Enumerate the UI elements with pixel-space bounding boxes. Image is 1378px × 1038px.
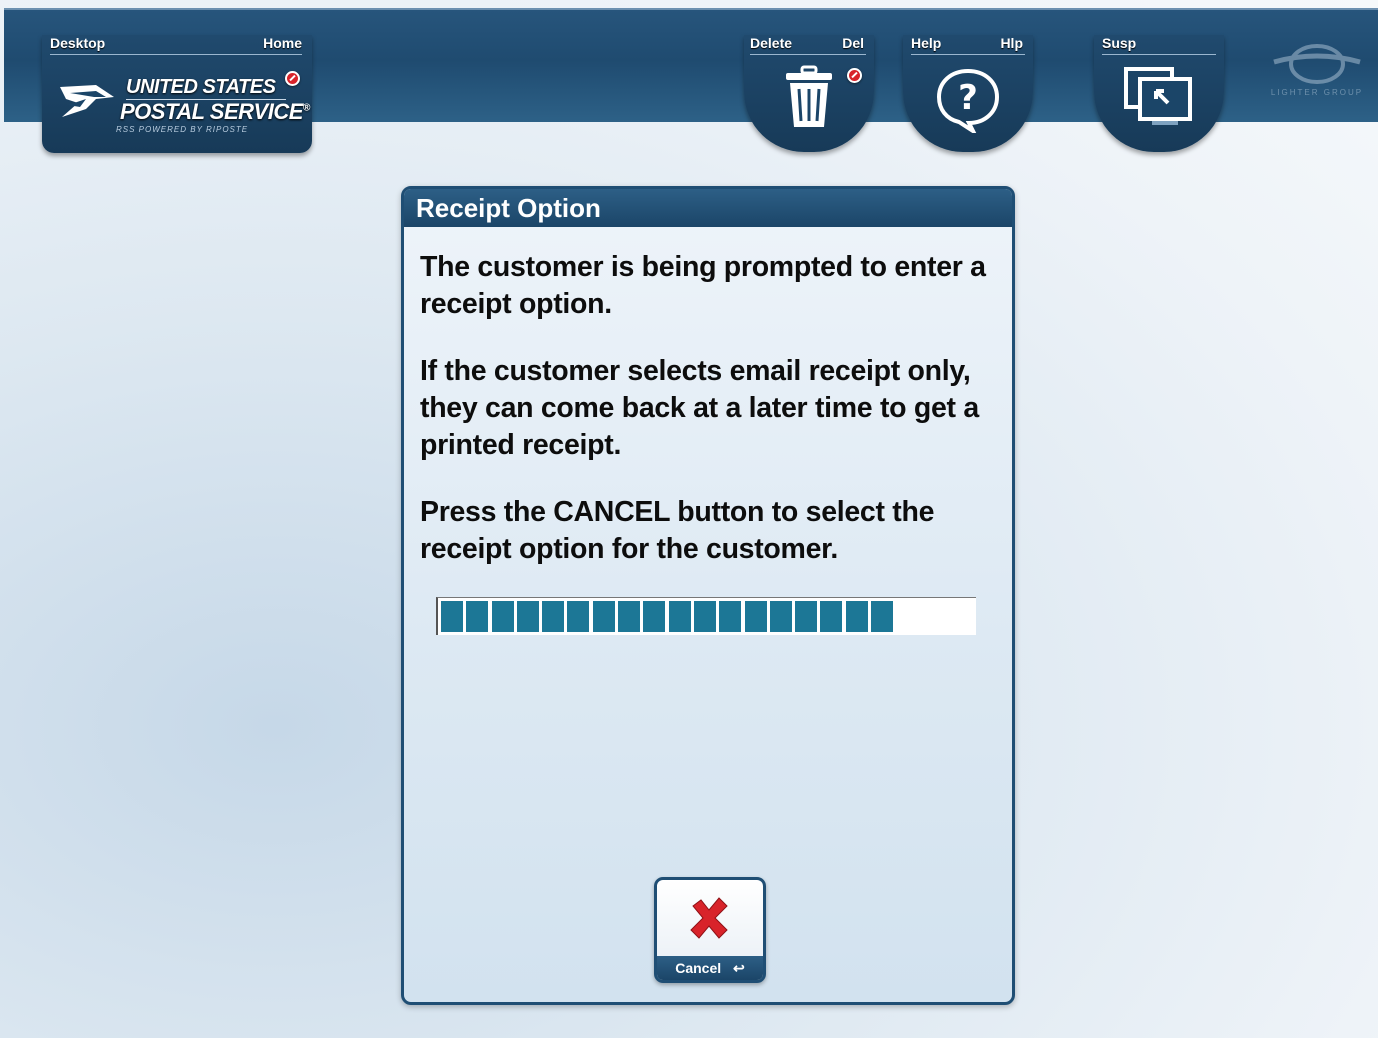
cancel-button[interactable]: Cancel ↩: [654, 877, 766, 983]
help-label: Help: [911, 35, 942, 51]
progress-segment: [441, 601, 463, 632]
enter-key-icon: ↩: [733, 960, 745, 976]
progress-bar: [436, 597, 976, 635]
dialog-title: Receipt Option: [404, 189, 1012, 227]
progress-segment: [820, 601, 843, 632]
progress-segment: [795, 601, 818, 632]
progress-segment: [567, 601, 590, 632]
progress-segment: [668, 601, 691, 632]
message-prompting: The customer is being prompted to enter …: [420, 251, 986, 320]
tab-divider: [911, 54, 1025, 55]
corner-logo-text: LIGHTER GROUP: [1270, 88, 1364, 97]
message-cancel-instruction: Press the CANCEL button to select the re…: [420, 496, 935, 565]
cancel-x-icon: [690, 897, 728, 939]
cancel-label: Cancel: [675, 960, 722, 976]
suspend-windows-icon: [1124, 67, 1192, 125]
progress-segment: [871, 601, 894, 632]
brand-tagline: RSS POWERED BY RIPOSTE: [116, 125, 249, 134]
home-label[interactable]: Home: [263, 35, 302, 51]
home-logo-tab[interactable]: Desktop Home UNITED STATES POSTAL SERVIC…: [42, 35, 312, 153]
svg-text:?: ?: [958, 78, 978, 118]
help-bubble-icon: ?: [936, 68, 1000, 133]
progress-segment: [719, 601, 742, 632]
desktop-label[interactable]: Desktop: [50, 35, 105, 51]
receipt-option-dialog: Receipt Option The customer is being pro…: [401, 186, 1015, 1005]
trash-icon: [786, 65, 832, 127]
delete-label: Delete: [750, 35, 793, 51]
progress-segment: [643, 601, 666, 632]
progress-segment: [542, 601, 565, 632]
progress-segment: [744, 601, 767, 632]
eagle-logo-icon: [60, 85, 114, 117]
delete-shortcut: Del: [842, 35, 864, 51]
progress-segment: [618, 601, 641, 632]
delete-badge-icon: [847, 68, 862, 83]
progress-segment: [491, 601, 514, 632]
progress-segment: [769, 601, 792, 632]
brand-line-2: POSTAL SERVICE®: [120, 99, 310, 124]
progress-segment: [516, 601, 539, 632]
tab-divider: [50, 54, 302, 55]
suspend-label: Susp: [1102, 35, 1137, 51]
corner-logo: LIGHTER GROUP: [1262, 42, 1372, 102]
delete-button[interactable]: Delete Del: [744, 35, 874, 152]
tab-divider: [750, 54, 866, 55]
progress-segment: [592, 601, 615, 632]
progress-segment: [466, 601, 489, 632]
message-email-receipt: If the customer selects email receipt on…: [420, 355, 979, 461]
tab-divider: [1102, 54, 1216, 55]
home-badge-icon: [285, 71, 300, 86]
corner-logo-icon: [1273, 44, 1361, 84]
progress-segment: [693, 601, 716, 632]
dialog-body: The customer is being prompted to enter …: [404, 227, 1012, 568]
brand-line-1: UNITED STATES: [126, 76, 276, 98]
cancel-button-footer: Cancel ↩: [657, 956, 763, 980]
progress-segment: [845, 601, 868, 632]
help-shortcut: Hlp: [1000, 35, 1023, 51]
suspend-button[interactable]: Susp: [1094, 35, 1224, 152]
help-button[interactable]: Help Hlp ?: [903, 35, 1033, 152]
